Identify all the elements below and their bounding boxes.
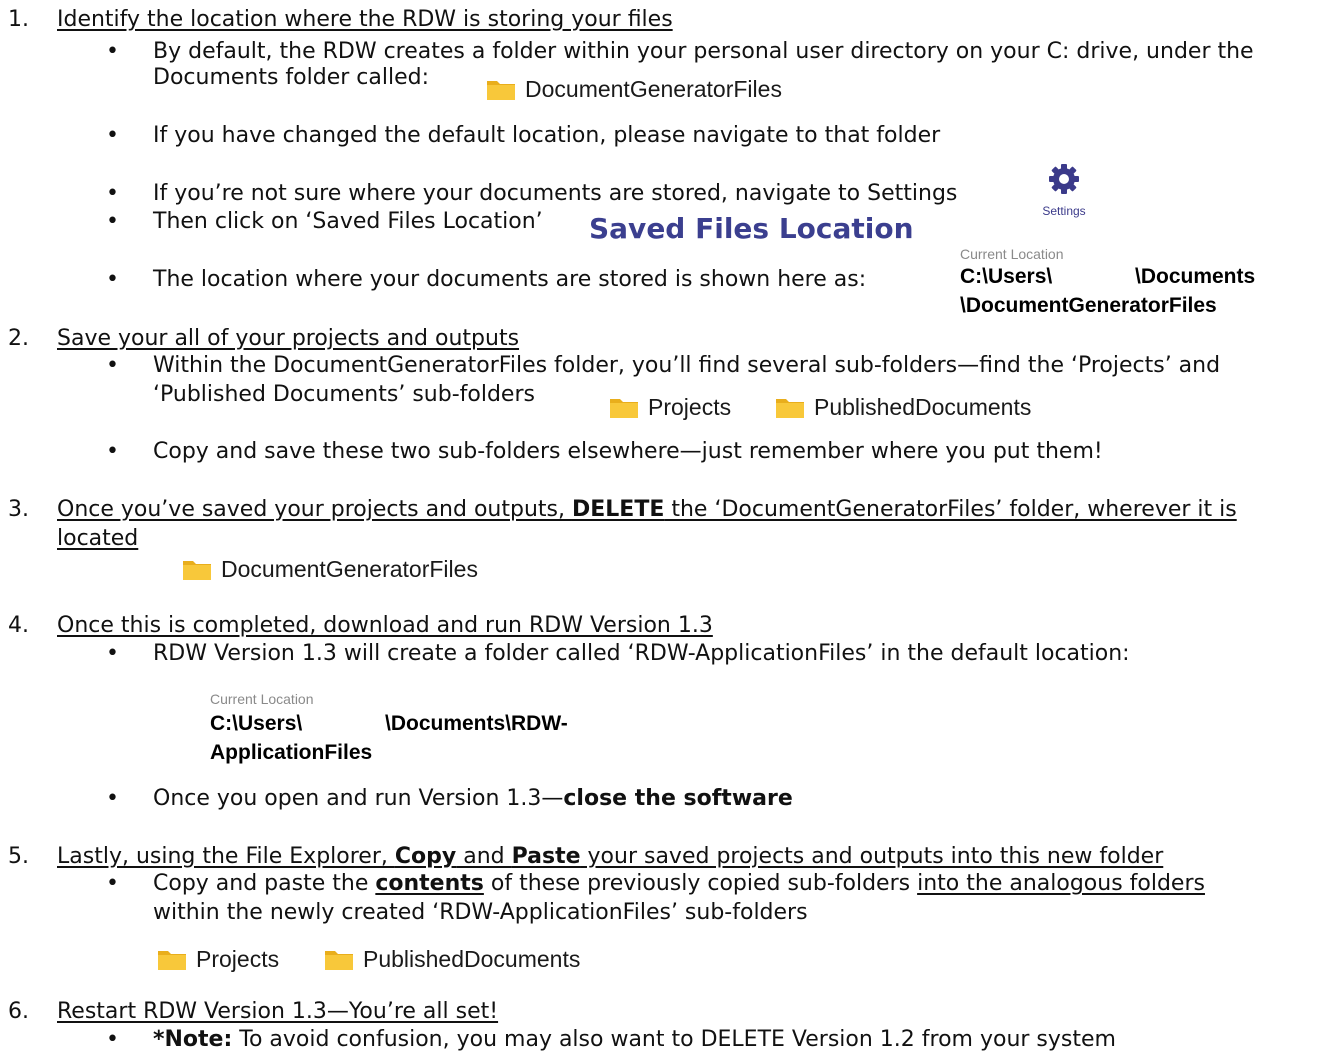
step-4-number: 4. [8, 613, 29, 638]
bullet-5a: • Copy and paste the contents of these p… [106, 871, 1205, 896]
bullet-1e: • The location where your documents are … [106, 267, 867, 292]
bullet-4a: • RDW Version 1.3 will create a folder c… [106, 641, 1130, 666]
bullet-1a-line2: Documents folder called: [153, 65, 429, 90]
folder-icon [776, 399, 804, 418]
bullet-4b: • Once you open and run Version 1.3—clos… [106, 786, 793, 811]
folder-published-1: PublishedDocuments [776, 394, 1031, 420]
folder-icon [487, 81, 515, 100]
folder-icon [158, 951, 186, 970]
bullet-2a: • Within the DocumentGeneratorFiles fold… [106, 353, 1221, 378]
bullet-1a: • By default, the RDW creates a folder w… [106, 39, 1254, 64]
gear-icon [1049, 164, 1079, 194]
folder-docgen-1: DocumentGeneratorFiles [487, 76, 782, 102]
bullet-5a-line2: within the newly created ‘RDW-Applicatio… [153, 900, 808, 925]
path-1-documents: \Documents [1135, 265, 1256, 288]
path-2-documents: \Documents\RDW- [385, 712, 568, 735]
path-1-docgen: \DocumentGeneratorFiles [960, 294, 1217, 317]
bullet-1d: • Then click on ‘Saved Files Location’ [106, 209, 543, 234]
step-1-heading: Identify the location where the RDW is s… [57, 7, 673, 32]
step-2-heading: Save your all of your projects and outpu… [57, 326, 520, 351]
folder-docgen-2: DocumentGeneratorFiles [183, 556, 478, 582]
folder-projects-2: Projects [158, 946, 279, 972]
folder-icon [325, 951, 353, 970]
bullet-1c: • If you’re not sure where your document… [106, 181, 958, 206]
current-location-label-2: Current Location [210, 691, 314, 707]
folder-projects-1: Projects [610, 394, 731, 420]
step-2-number: 2. [8, 326, 29, 351]
step-6-heading: Restart RDW Version 1.3—You’re all set! [57, 999, 499, 1024]
folder-icon [610, 399, 638, 418]
bullet-1b: • If you have changed the default locati… [106, 123, 941, 148]
step-5-heading: Lastly, using the File Explorer, Copy an… [57, 844, 1164, 869]
saved-files-location-button[interactable]: Saved Files Location [589, 212, 914, 246]
path-2-users: C:\Users\ [210, 712, 303, 735]
step-1-number: 1. [8, 7, 29, 32]
bullet-2a-line2: ‘Published Documents’ sub-folders [153, 382, 535, 407]
step-5-number: 5. [8, 844, 29, 869]
bullet-6a: • *Note: To avoid confusion, you may als… [106, 1027, 1116, 1052]
path-2-appfiles: ApplicationFiles [210, 741, 373, 764]
folder-icon [183, 561, 211, 580]
bullet-2b: • Copy and save these two sub-folders el… [106, 439, 1103, 464]
settings-button[interactable]: Settings [1040, 163, 1088, 218]
step-6-number: 6. [8, 999, 29, 1024]
step-3-heading: Once you’ve saved your projects and outp… [57, 497, 1237, 522]
step-3-heading-line2: located [57, 526, 139, 551]
step-3-number: 3. [8, 497, 29, 522]
settings-label: Settings [1042, 204, 1086, 218]
step-4-heading: Once this is completed, download and run… [57, 613, 713, 638]
folder-published-2: PublishedDocuments [325, 946, 580, 972]
path-1-users: C:\Users\ [960, 265, 1053, 288]
